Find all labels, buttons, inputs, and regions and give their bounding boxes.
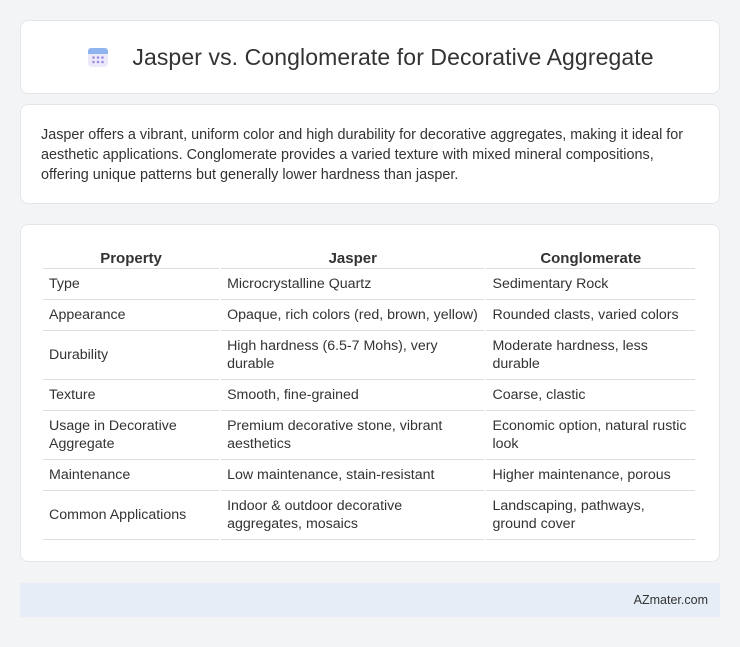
conglomerate-cell: Moderate hardness, less durable — [486, 331, 695, 380]
jasper-cell: Opaque, rich colors (red, brown, yellow) — [221, 300, 485, 331]
table-row: Usage in Decorative Aggregate Premium de… — [43, 411, 695, 460]
table-header-row: Property Jasper Conglomerate — [43, 245, 695, 269]
jasper-cell: Premium decorative stone, vibrant aesthe… — [221, 411, 485, 460]
table-row: Texture Smooth, fine-grained Coarse, cla… — [43, 380, 695, 411]
intro-card: Jasper offers a vibrant, uniform color a… — [20, 104, 720, 204]
footer-bar: AZmater.com — [20, 583, 720, 617]
table-row: Appearance Opaque, rich colors (red, bro… — [43, 300, 695, 331]
jasper-cell: Microcrystalline Quartz — [221, 269, 485, 300]
jasper-cell: Low maintenance, stain-resistant — [221, 460, 485, 491]
conglomerate-cell: Higher maintenance, porous — [486, 460, 695, 491]
property-cell: Usage in Decorative Aggregate — [43, 411, 220, 460]
comparison-card: Property Jasper Conglomerate Type Microc… — [20, 224, 720, 562]
conglomerate-cell: Sedimentary Rock — [486, 269, 695, 300]
property-cell: Appearance — [43, 300, 220, 331]
property-cell: Common Applications — [43, 491, 220, 540]
table-row: Type Microcrystalline Quartz Sedimentary… — [43, 269, 695, 300]
table-row: Durability High hardness (6.5-7 Mohs), v… — [43, 331, 695, 380]
jasper-cell: Smooth, fine-grained — [221, 380, 485, 411]
conglomerate-cell: Rounded clasts, varied colors — [486, 300, 695, 331]
jasper-cell: Indoor & outdoor decorative aggregates, … — [221, 491, 485, 540]
column-header-property: Property — [43, 245, 220, 269]
property-cell: Texture — [43, 380, 220, 411]
property-cell: Type — [43, 269, 220, 300]
table-row: Maintenance Low maintenance, stain-resis… — [43, 460, 695, 491]
property-cell: Maintenance — [43, 460, 220, 491]
conglomerate-cell: Economic option, natural rustic look — [486, 411, 695, 460]
title-card: Jasper vs. Conglomerate for Decorative A… — [20, 20, 720, 94]
table-row: Common Applications Indoor & outdoor dec… — [43, 491, 695, 540]
calendar-icon — [86, 45, 110, 69]
conglomerate-cell: Coarse, clastic — [486, 380, 695, 411]
intro-text: Jasper offers a vibrant, uniform color a… — [41, 127, 684, 183]
page-title: Jasper vs. Conglomerate for Decorative A… — [132, 43, 654, 70]
column-header-jasper: Jasper — [221, 245, 485, 269]
column-header-conglomerate: Conglomerate — [486, 245, 695, 269]
jasper-cell: High hardness (6.5-7 Mohs), very durable — [221, 331, 485, 380]
conglomerate-cell: Landscaping, pathways, ground cover — [486, 491, 695, 540]
footer-brand-link[interactable]: AZmater.com — [634, 593, 708, 607]
comparison-table: Property Jasper Conglomerate Type Microc… — [41, 245, 697, 540]
property-cell: Durability — [43, 331, 220, 380]
